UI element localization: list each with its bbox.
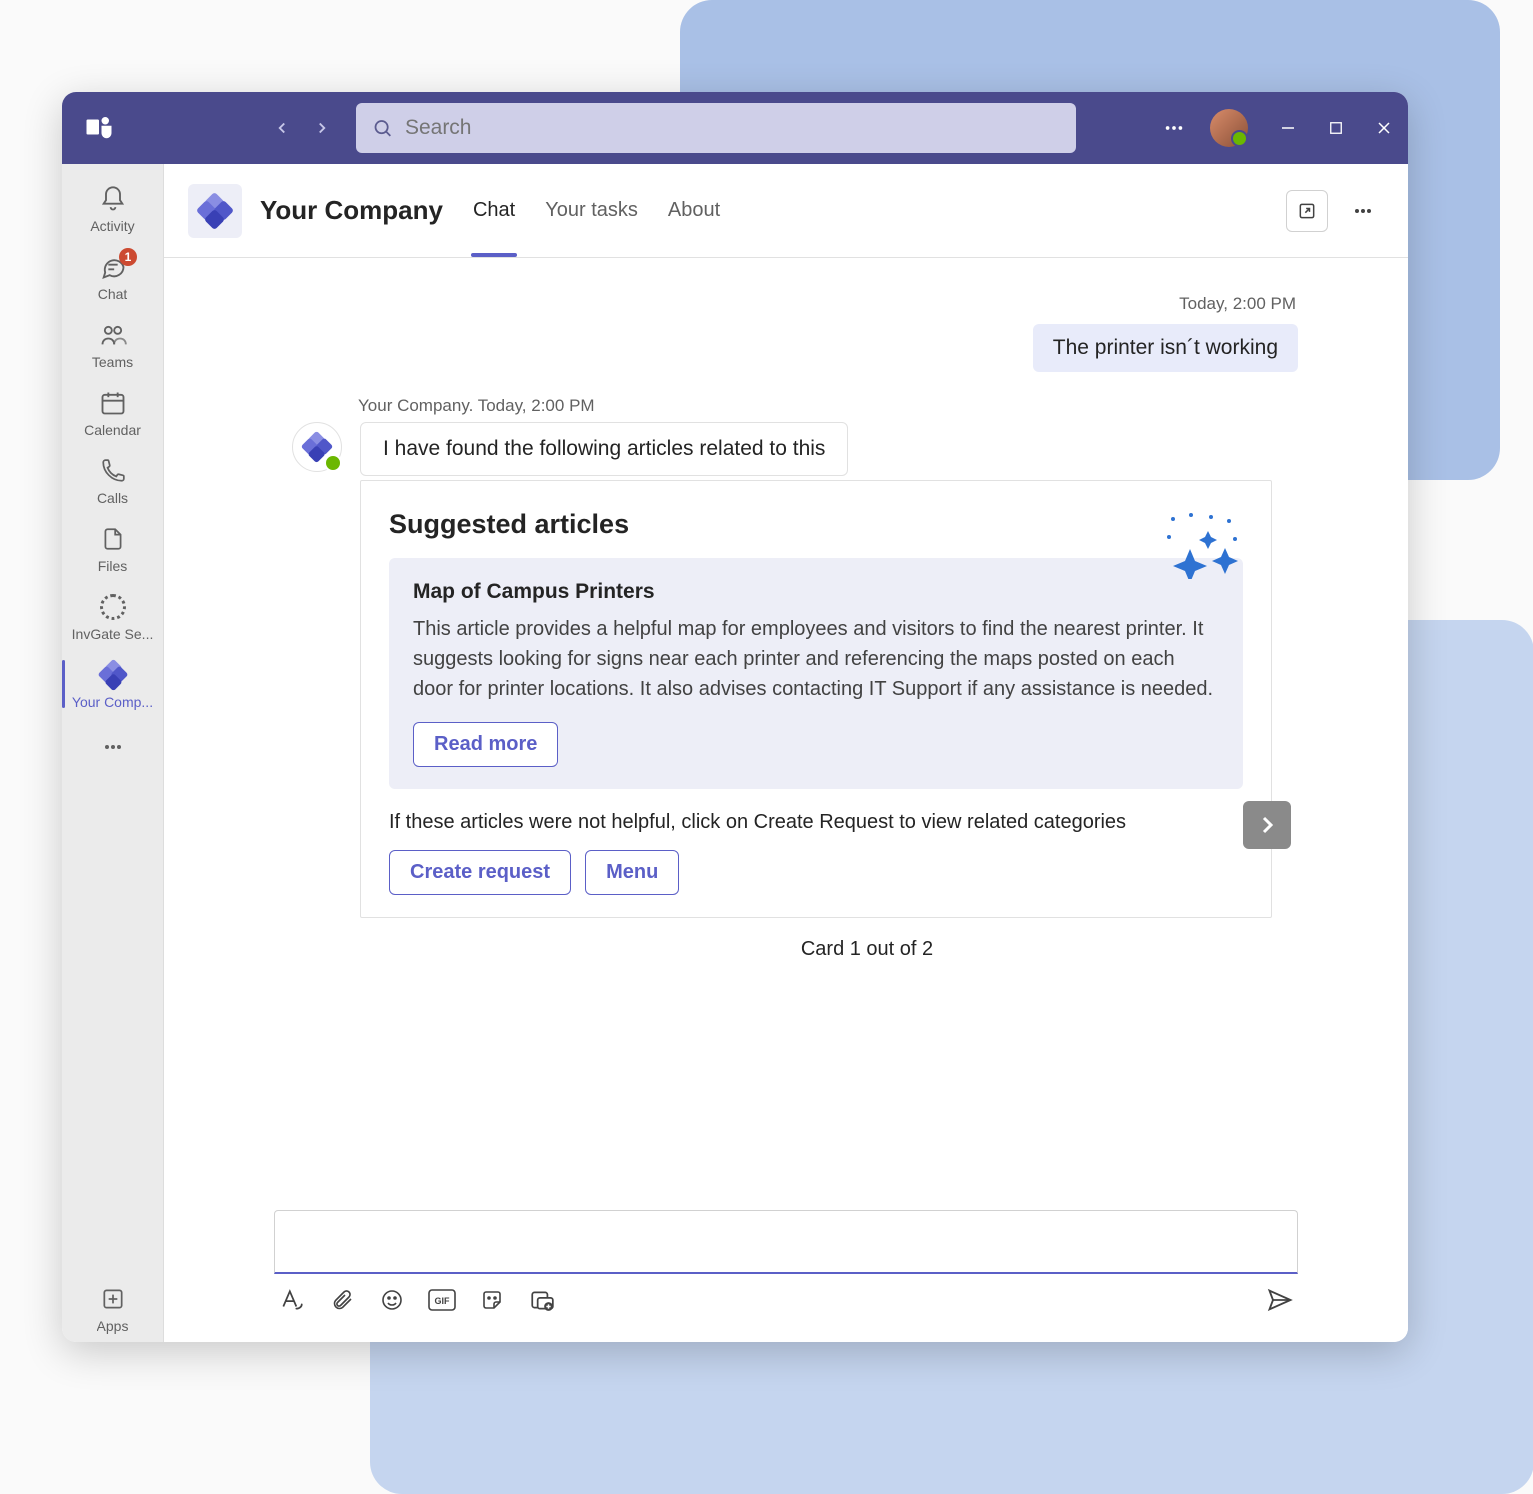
popout-button[interactable]: [1286, 190, 1328, 232]
rail-label: Activity: [90, 218, 134, 234]
search-input[interactable]: [405, 116, 1060, 140]
article-block: Map of Campus Printers This article prov…: [389, 558, 1243, 789]
rail-chat[interactable]: 1 Chat: [62, 242, 163, 310]
rail-apps[interactable]: Apps: [62, 1274, 163, 1342]
more-actions-icon[interactable]: [528, 1286, 556, 1314]
card-title: Suggested articles: [389, 509, 1243, 540]
bell-icon: [98, 184, 128, 214]
your-company-icon: [98, 660, 128, 690]
message-input[interactable]: [274, 1210, 1298, 1274]
rail-label: Apps: [97, 1318, 129, 1334]
attach-icon[interactable]: [328, 1286, 356, 1314]
left-rail: Activity 1 Chat Teams Calendar Calls: [62, 164, 164, 1342]
send-button[interactable]: [1266, 1286, 1294, 1314]
main-panel: Your Company Chat Your tasks About Today…: [164, 164, 1408, 1342]
rail-label: Teams: [92, 354, 133, 370]
chat-body: Today, 2:00 PM The printer isn´t working…: [164, 258, 1408, 1210]
nav-back-button[interactable]: [264, 110, 300, 146]
title-more-button[interactable]: [1156, 110, 1192, 146]
chat-badge: 1: [119, 248, 137, 266]
calendar-icon: [98, 388, 128, 418]
composer-toolbar: GIF: [274, 1274, 1298, 1314]
read-more-button[interactable]: Read more: [413, 722, 558, 767]
rail-files[interactable]: Files: [62, 514, 163, 582]
rail-your-company[interactable]: Your Comp...: [62, 650, 163, 718]
create-request-button[interactable]: Create request: [389, 850, 571, 895]
rail-calendar[interactable]: Calendar: [62, 378, 163, 446]
nav-forward-button[interactable]: [304, 110, 340, 146]
chat-header: Your Company Chat Your tasks About: [164, 164, 1408, 258]
search-icon: [372, 117, 393, 139]
rail-teams[interactable]: Teams: [62, 310, 163, 378]
bot-message: I have found the following articles rela…: [360, 422, 848, 476]
apps-icon: [98, 1284, 128, 1314]
emoji-icon[interactable]: [378, 1286, 406, 1314]
menu-button[interactable]: Menu: [585, 850, 679, 895]
title-bar: [62, 92, 1408, 164]
rail-label: InvGate Se...: [72, 626, 154, 642]
header-more-button[interactable]: [1342, 190, 1384, 232]
suggested-articles-card: Suggested articles Map of Campus Printer…: [360, 480, 1272, 918]
window-controls: [1276, 116, 1396, 140]
teams-icon: [98, 320, 128, 350]
sticker-icon[interactable]: [478, 1286, 506, 1314]
rail-more[interactable]: [62, 722, 163, 770]
bot-row: I have found the following articles rela…: [292, 422, 1374, 961]
tabs: Chat Your tasks About: [471, 164, 722, 257]
tab-about[interactable]: About: [666, 164, 722, 257]
close-button[interactable]: [1372, 116, 1396, 140]
bot-avatar: [292, 422, 342, 472]
file-icon: [98, 524, 128, 554]
app-title: Your Company: [260, 195, 443, 226]
card-help-text: If these articles were not helpful, clic…: [389, 811, 1243, 834]
maximize-button[interactable]: [1324, 116, 1348, 140]
rail-activity[interactable]: Activity: [62, 174, 163, 242]
more-icon: [98, 732, 128, 762]
invgate-icon: [98, 592, 128, 622]
rail-label: Files: [98, 558, 128, 574]
gif-icon[interactable]: GIF: [428, 1286, 456, 1314]
tab-your-tasks[interactable]: Your tasks: [543, 164, 640, 257]
minimize-button[interactable]: [1276, 116, 1300, 140]
rail-label: Calendar: [84, 422, 141, 438]
user-message-row: The printer isn´t working: [198, 324, 1374, 372]
user-avatar[interactable]: [1210, 109, 1248, 147]
teams-window: Activity 1 Chat Teams Calendar Calls: [62, 92, 1408, 1342]
tab-chat[interactable]: Chat: [471, 164, 517, 257]
user-message: The printer isn´t working: [1033, 324, 1298, 372]
bot-meta: Your Company. Today, 2:00 PM: [358, 396, 1374, 416]
nav-arrows: [264, 110, 340, 146]
rail-label: Your Comp...: [72, 694, 153, 710]
article-title: Map of Campus Printers: [413, 580, 1219, 604]
carousel-next-button[interactable]: [1243, 801, 1291, 849]
sparkle-icon: [1163, 509, 1243, 584]
format-icon[interactable]: [278, 1286, 306, 1314]
card-counter: Card 1 out of 2: [360, 938, 1374, 961]
rail-invgate[interactable]: InvGate Se...: [62, 582, 163, 650]
phone-icon: [98, 456, 128, 486]
rail-label: Calls: [97, 490, 128, 506]
composer-area: GIF: [164, 1210, 1408, 1342]
rail-calls[interactable]: Calls: [62, 446, 163, 514]
app-icon: [188, 184, 242, 238]
rail-label: Chat: [98, 286, 128, 302]
search-box[interactable]: [356, 103, 1076, 153]
article-body: This article provides a helpful map for …: [413, 614, 1219, 704]
timestamp: Today, 2:00 PM: [198, 286, 1374, 324]
svg-text:GIF: GIF: [435, 1296, 451, 1306]
teams-logo-icon: [84, 112, 116, 144]
